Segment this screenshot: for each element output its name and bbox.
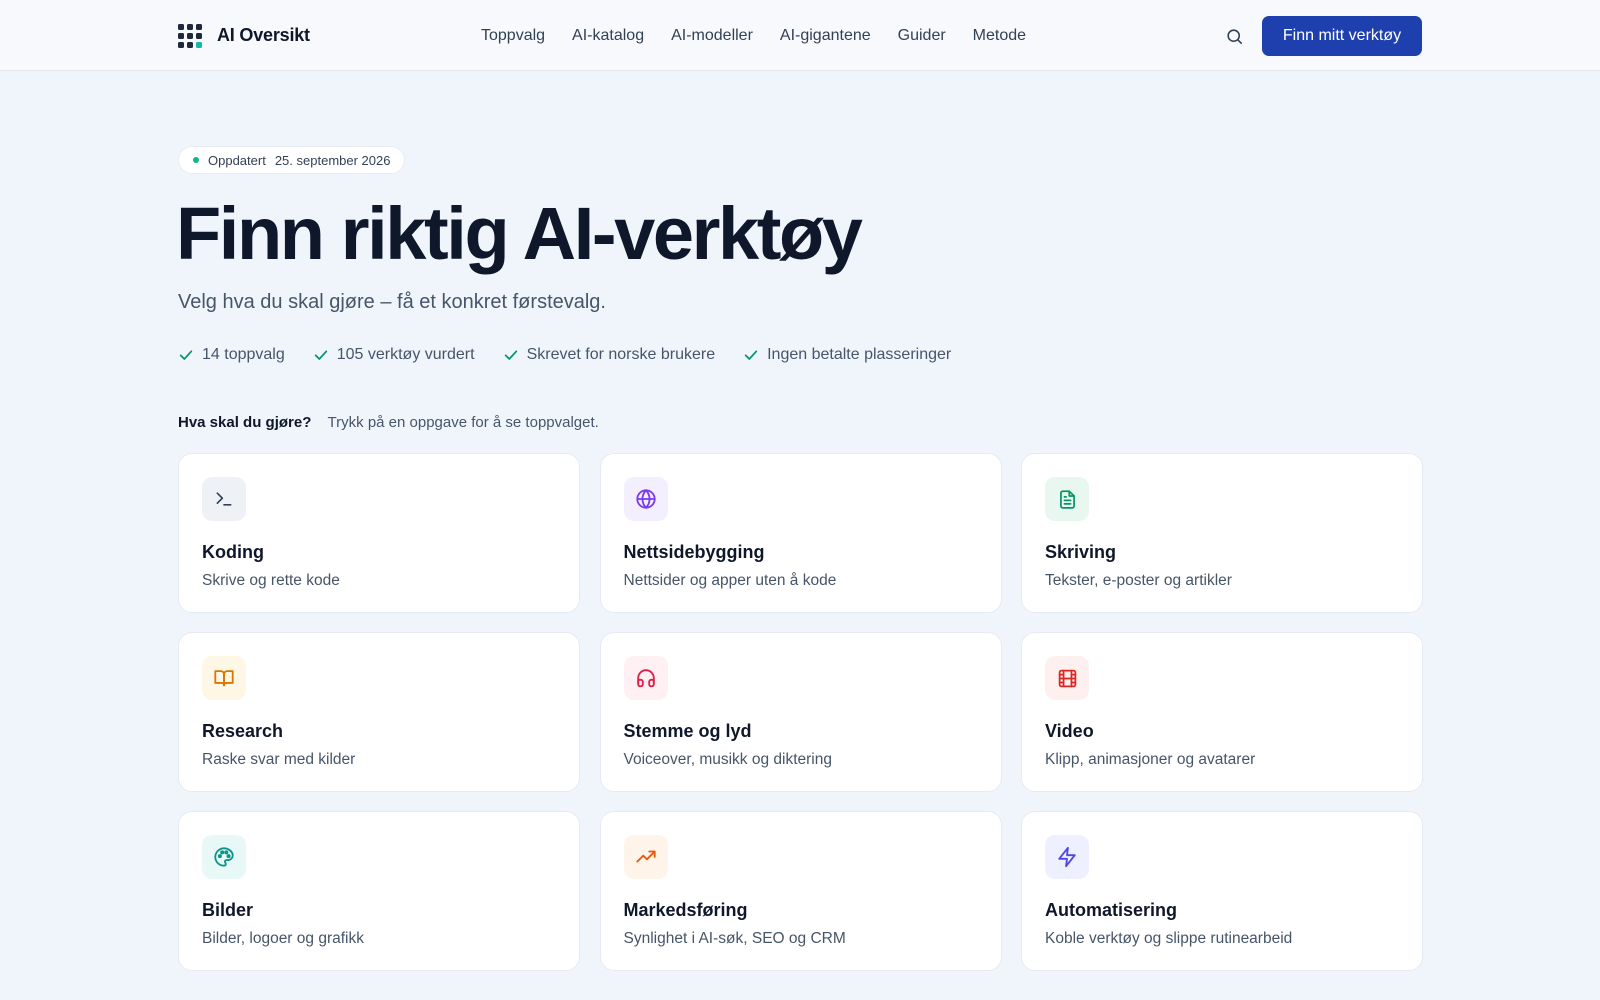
nav-item-ai-modeller[interactable]: AI-modeller — [671, 27, 753, 45]
page-title: Finn riktig AI-verktøy — [176, 192, 863, 275]
card-description: Skrive og rette kode — [202, 572, 340, 589]
task-card-automatisering[interactable]: Automatisering Koble verktøy og slippe r… — [1021, 811, 1423, 971]
main-nav: Toppvalg AI-katalog AI-modeller AI-gigan… — [481, 0, 1053, 71]
card-icon-wrap — [1045, 656, 1089, 700]
terminal-icon — [216, 492, 232, 506]
globe-icon — [635, 489, 656, 509]
card-description: Raske svar med kilder — [202, 751, 356, 768]
card-description: Synlighet i AI-søk, SEO og CRM — [623, 930, 846, 947]
search-icon — [1226, 28, 1242, 44]
updated-badge: Oppdatert 25. september 2026 — [178, 146, 406, 174]
card-icon-wrap — [623, 656, 668, 700]
find-my-tool-button[interactable]: Finn mitt verktøy — [1262, 16, 1422, 56]
card-icon-wrap — [202, 835, 246, 879]
grid-logo-icon — [178, 23, 202, 48]
card-title: Bilder — [202, 900, 254, 920]
feature-item: 105 verktøy vurdert — [313, 346, 475, 364]
feature-text: Skrevet for norske brukere — [526, 346, 716, 363]
card-icon-wrap — [202, 656, 246, 700]
brand-name: AI Oversikt — [217, 25, 310, 45]
headphones-icon — [636, 669, 655, 688]
film-icon — [1058, 669, 1076, 687]
card-title: Skriving — [1045, 542, 1117, 562]
badge-label: Oppdatert — [208, 152, 266, 168]
trending-up-icon — [635, 850, 656, 863]
nav-item-guider[interactable]: Guider — [898, 27, 946, 45]
check-icon — [314, 350, 327, 360]
nav-item-toppvalg[interactable]: Toppvalg — [481, 27, 545, 45]
book-icon — [214, 670, 234, 687]
site-header: AI Oversikt Toppvalg AI-katalog AI-model… — [0, 0, 1600, 71]
card-title: Koding — [202, 542, 264, 562]
task-card-koding[interactable]: Koding Skrive og rette kode — [178, 453, 580, 613]
card-description: Koble verktøy og slippe rutinearbeid — [1045, 930, 1293, 947]
card-title: Markedsføring — [623, 900, 748, 920]
feature-text: 105 verktøy vurdert — [336, 346, 475, 363]
card-title: Nettsidebygging — [623, 542, 765, 562]
feature-item: Ingen betalte plasseringer — [743, 346, 951, 364]
card-description: Nettsider og apper uten å kode — [623, 572, 837, 589]
task-card-video[interactable]: Video Klipp, animasjoner og avatarer — [1021, 632, 1423, 792]
task-card-skriving[interactable]: Skriving Tekster, e-poster og artikler — [1021, 453, 1423, 613]
card-icon-wrap — [1045, 835, 1089, 879]
document-icon — [1059, 489, 1075, 509]
card-icon-wrap — [202, 477, 246, 521]
card-title: Research — [202, 721, 284, 741]
card-title: Stemme og lyd — [623, 721, 752, 741]
card-description: Tekster, e-poster og artikler — [1045, 572, 1232, 589]
feature-item: Skrevet for norske brukere — [503, 346, 716, 364]
feature-list: 14 toppvalg 105 verktøy vurdert Skrevet … — [178, 346, 979, 364]
check-icon — [504, 350, 517, 360]
page-subtitle: Velg hva du skal gjøre – få et konkret f… — [178, 291, 606, 313]
task-hint: Trykk på en oppgave for å se toppvalget. — [327, 414, 599, 431]
card-icon-wrap — [1045, 477, 1089, 521]
card-icon-wrap — [623, 477, 668, 521]
nav-item-ai-gigantene[interactable]: AI-gigantene — [780, 27, 871, 45]
badge-date: 25. september 2026 — [274, 152, 391, 168]
task-card-nettsidebygging[interactable]: Nettsidebygging Nettsider og apper uten … — [599, 453, 1002, 613]
card-icon-wrap — [623, 835, 668, 879]
header-inner: AI Oversikt Toppvalg AI-katalog AI-model… — [178, 0, 1422, 71]
task-card-bilder[interactable]: Bilder Bilder, logoer og grafikk — [178, 811, 580, 971]
check-icon — [179, 350, 193, 360]
brand-logo[interactable]: AI Oversikt — [178, 23, 310, 48]
status-dot — [193, 157, 199, 163]
feature-text: Ingen betalte plasseringer — [767, 346, 952, 363]
nav-item-ai-katalog[interactable]: AI-katalog — [572, 27, 644, 45]
feature-text: 14 toppvalg — [202, 346, 285, 363]
card-description: Voiceover, musikk og diktering — [623, 751, 833, 768]
task-card-markedsforing[interactable]: Markedsføring Synlighet i AI-søk, SEO og… — [599, 811, 1002, 971]
nav-item-metode[interactable]: Metode — [973, 27, 1026, 45]
task-grid: Koding Skrive og rette kode Nettsidebygg… — [178, 453, 1423, 971]
task-card-research[interactable]: Research Raske svar med kilder — [178, 632, 580, 792]
card-description: Klipp, animasjoner og avatarer — [1045, 751, 1256, 768]
task-card-stemme-og-lyd[interactable]: Stemme og lyd Voiceover, musikk og dikte… — [599, 632, 1002, 792]
task-question: Hva skal du gjøre? — [178, 414, 312, 431]
card-title: Automatisering — [1045, 900, 1178, 920]
search-button[interactable] — [1223, 25, 1245, 47]
task-prompt: Hva skal du gjøre? Trykk på en oppgave f… — [178, 414, 599, 431]
palette-icon — [214, 847, 234, 867]
feature-item: 14 toppvalg — [178, 346, 285, 364]
card-description: Bilder, logoer og grafikk — [202, 930, 364, 947]
card-title: Video — [1045, 721, 1094, 741]
lightning-icon — [1058, 846, 1076, 868]
check-icon — [744, 350, 758, 360]
